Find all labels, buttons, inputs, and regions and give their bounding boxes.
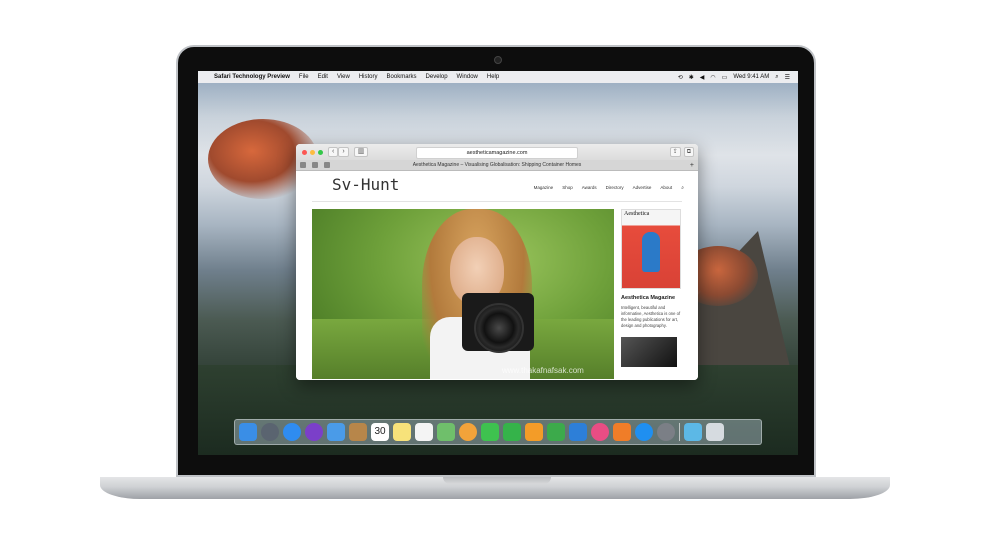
menu-bar: Safari Technology Preview File Edit View… [198, 71, 798, 83]
desktop: Safari Technology Preview File Edit View… [198, 71, 798, 455]
reminders-icon[interactable] [415, 423, 433, 441]
sidebar-thumbnail[interactable] [621, 337, 677, 367]
address-bar[interactable]: aestheticamagazine.com [416, 147, 578, 159]
macbook-device: Safari Technology Preview File Edit View… [0, 0, 1000, 537]
messages-icon[interactable] [481, 423, 499, 441]
sidebar-toggle-icon[interactable]: ▥ [353, 147, 369, 157]
dock-separator [679, 423, 680, 441]
time-machine-icon[interactable]: ⟲ [678, 74, 683, 81]
header-divider [312, 201, 682, 202]
spotlight-icon[interactable]: ⌕ [775, 74, 778, 81]
share-icon[interactable]: ⇪ [669, 147, 681, 157]
numbers-icon[interactable] [547, 423, 565, 441]
notification-center-icon[interactable]: ☰ [785, 74, 790, 81]
tab-title[interactable]: Aesthetica Magazine – Visualising Global… [296, 162, 698, 168]
menu-help[interactable]: Help [487, 74, 499, 80]
web-content: Sv-Hunt Magazine Shop Awards Directory A… [296, 171, 698, 380]
site-nav: Magazine Shop Awards Directory Advertise… [534, 185, 684, 191]
nav-shop[interactable]: Shop [562, 185, 573, 191]
keynote-icon[interactable] [569, 423, 587, 441]
safari-toolbar: ‹ › ▥ aestheticamagazine.com ⇪ ⧉ [296, 144, 698, 160]
itunes-icon[interactable] [591, 423, 609, 441]
minimize-button[interactable] [310, 149, 315, 155]
search-icon[interactable]: ⌕ [681, 185, 684, 191]
safari-icon[interactable] [283, 423, 301, 441]
magazine-cover[interactable]: Aesthetica [621, 209, 681, 289]
nav-magazine[interactable]: Magazine [534, 185, 554, 191]
webcam [494, 56, 502, 64]
facetime-icon[interactable] [503, 423, 521, 441]
calendar-icon[interactable]: 30 [371, 423, 389, 441]
status-area: ⟲ ✱ ◀ ◠ ▭ Wed 9:41 AM ⌕ ☰ [678, 74, 798, 81]
downloads-icon[interactable] [684, 423, 702, 441]
pages-icon[interactable] [525, 423, 543, 441]
dock: 30 [234, 419, 762, 445]
notes-icon[interactable] [393, 423, 411, 441]
wifi-icon[interactable]: ◠ [710, 74, 715, 81]
menu-window[interactable]: Window [457, 74, 478, 80]
nav-directory[interactable]: Directory [606, 185, 624, 191]
menu-app-name[interactable]: Safari Technology Preview [214, 74, 290, 80]
volume-icon[interactable]: ◀ [700, 74, 705, 81]
tabs-overview-icon[interactable]: ⧉ [683, 147, 694, 157]
app-store-icon[interactable] [635, 423, 653, 441]
bluetooth-icon[interactable]: ✱ [689, 74, 694, 81]
nav-awards[interactable]: Awards [582, 185, 597, 191]
site-brand[interactable]: Sv-Hunt [332, 175, 399, 194]
contacts-icon[interactable] [349, 423, 367, 441]
menu-file[interactable]: File [299, 74, 309, 80]
menu-bookmarks[interactable]: Bookmarks [387, 74, 417, 80]
photos-icon[interactable] [459, 423, 477, 441]
maps-icon[interactable] [437, 423, 455, 441]
menu-view[interactable]: View [337, 74, 350, 80]
tab-bar: Aesthetica Magazine – Visualising Global… [296, 160, 698, 171]
trash-icon[interactable] [706, 423, 724, 441]
clock[interactable]: Wed 9:41 AM [733, 74, 769, 80]
menu-edit[interactable]: Edit [318, 74, 328, 80]
sidebar-title[interactable]: Aesthetica Magazine [621, 295, 681, 301]
system-preferences-icon[interactable] [657, 423, 675, 441]
forward-button[interactable]: › [338, 147, 349, 157]
safari-window: ‹ › ▥ aestheticamagazine.com ⇪ ⧉ Aesthet… [296, 144, 698, 380]
mail-icon[interactable] [327, 423, 345, 441]
image-watermark: www.thakafnafsak.com [502, 366, 584, 375]
ibooks-icon[interactable] [613, 423, 631, 441]
hero-lens [474, 303, 524, 353]
nav-about[interactable]: About [660, 185, 672, 191]
menu-history[interactable]: History [359, 74, 378, 80]
nav-advertise[interactable]: Advertise [633, 185, 652, 191]
cover-figure [642, 232, 660, 272]
sidebar: Aesthetica Aesthetica Magazine Intellige… [621, 209, 681, 380]
launchpad-icon[interactable] [261, 423, 279, 441]
sidebar-text: Intelligent, beautiful and informative, … [621, 305, 681, 328]
menu-develop[interactable]: Develop [426, 74, 448, 80]
back-button[interactable]: ‹ [328, 147, 339, 157]
lid-notch [443, 477, 551, 484]
finder-icon[interactable] [239, 423, 257, 441]
battery-icon[interactable]: ▭ [722, 74, 728, 81]
close-button[interactable] [302, 149, 307, 155]
new-tab-button[interactable]: + [690, 162, 694, 169]
cover-title: Aesthetica [624, 211, 650, 217]
zoom-button[interactable] [318, 149, 323, 155]
safari-tp-icon[interactable] [305, 423, 323, 441]
hero-image[interactable]: www.thakafnafsak.com [312, 209, 614, 379]
toolbar-right: ⇪ ⧉ [669, 147, 694, 157]
